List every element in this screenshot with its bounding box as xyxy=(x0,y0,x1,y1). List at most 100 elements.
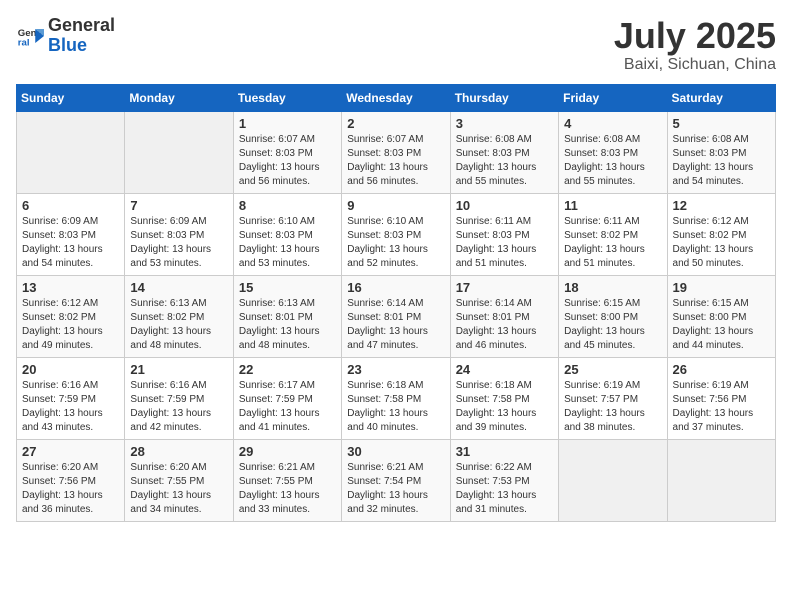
day-info: Sunrise: 6:13 AM Sunset: 8:01 PM Dayligh… xyxy=(239,297,336,353)
calendar-cell: 16 Sunrise: 6:14 AM Sunset: 8:01 PM Dayli… xyxy=(342,275,450,357)
day-number: 12 xyxy=(673,198,770,213)
calendar-cell: 25 Sunrise: 6:19 AM Sunset: 7:57 PM Dayli… xyxy=(559,357,667,439)
calendar-cell: 31 Sunrise: 6:22 AM Sunset: 7:53 PM Dayli… xyxy=(450,439,558,521)
day-info: Sunrise: 6:13 AM Sunset: 8:02 PM Dayligh… xyxy=(130,297,227,353)
svg-text:ral: ral xyxy=(18,37,30,48)
day-number: 23 xyxy=(347,362,444,377)
title-area: July 2025 Baixi, Sichuan, China xyxy=(614,16,776,74)
day-number: 16 xyxy=(347,280,444,295)
day-info: Sunrise: 6:08 AM Sunset: 8:03 PM Dayligh… xyxy=(673,133,770,189)
month-title: July 2025 xyxy=(614,16,776,56)
day-info: Sunrise: 6:16 AM Sunset: 7:59 PM Dayligh… xyxy=(22,379,119,435)
day-info: Sunrise: 6:14 AM Sunset: 8:01 PM Dayligh… xyxy=(347,297,444,353)
day-number: 19 xyxy=(673,280,770,295)
day-info: Sunrise: 6:17 AM Sunset: 7:59 PM Dayligh… xyxy=(239,379,336,435)
calendar-cell xyxy=(125,111,233,193)
header-day-thursday: Thursday xyxy=(450,84,558,111)
day-info: Sunrise: 6:22 AM Sunset: 7:53 PM Dayligh… xyxy=(456,461,553,517)
day-info: Sunrise: 6:12 AM Sunset: 8:02 PM Dayligh… xyxy=(22,297,119,353)
logo-blue-text: Blue xyxy=(48,36,115,56)
day-number: 8 xyxy=(239,198,336,213)
day-info: Sunrise: 6:08 AM Sunset: 8:03 PM Dayligh… xyxy=(456,133,553,189)
day-number: 27 xyxy=(22,444,119,459)
day-info: Sunrise: 6:07 AM Sunset: 8:03 PM Dayligh… xyxy=(347,133,444,189)
day-info: Sunrise: 6:12 AM Sunset: 8:02 PM Dayligh… xyxy=(673,215,770,271)
day-number: 25 xyxy=(564,362,661,377)
calendar-cell: 14 Sunrise: 6:13 AM Sunset: 8:02 PM Dayli… xyxy=(125,275,233,357)
day-info: Sunrise: 6:11 AM Sunset: 8:02 PM Dayligh… xyxy=(564,215,661,271)
day-number: 2 xyxy=(347,116,444,131)
location-title: Baixi, Sichuan, China xyxy=(614,56,776,74)
calendar-week-5: 27 Sunrise: 6:20 AM Sunset: 7:56 PM Dayli… xyxy=(17,439,776,521)
day-info: Sunrise: 6:15 AM Sunset: 8:00 PM Dayligh… xyxy=(673,297,770,353)
day-info: Sunrise: 6:16 AM Sunset: 7:59 PM Dayligh… xyxy=(130,379,227,435)
day-number: 26 xyxy=(673,362,770,377)
header-day-wednesday: Wednesday xyxy=(342,84,450,111)
calendar-cell: 29Sunrise: 6:21 AM Sunset: 7:55 PM Dayli… xyxy=(233,439,341,521)
day-number: 6 xyxy=(22,198,119,213)
day-number: 4 xyxy=(564,116,661,131)
calendar-cell: 26 Sunrise: 6:19 AM Sunset: 7:56 PM Dayli… xyxy=(667,357,775,439)
day-info: Sunrise: 6:11 AM Sunset: 8:03 PM Dayligh… xyxy=(456,215,553,271)
day-info: Sunrise: 6:19 AM Sunset: 7:57 PM Dayligh… xyxy=(564,379,661,435)
calendar-cell xyxy=(667,439,775,521)
calendar-cell: 3Sunrise: 6:08 AM Sunset: 8:03 PM Daylig… xyxy=(450,111,558,193)
calendar-cell: 22 Sunrise: 6:17 AM Sunset: 7:59 PM Dayli… xyxy=(233,357,341,439)
day-info: Sunrise: 6:10 AM Sunset: 8:03 PM Dayligh… xyxy=(347,215,444,271)
calendar-cell: 18 Sunrise: 6:15 AM Sunset: 8:00 PM Dayli… xyxy=(559,275,667,357)
calendar-header-row: SundayMondayTuesdayWednesdayThursdayFrid… xyxy=(17,84,776,111)
day-number: 28 xyxy=(130,444,227,459)
day-number: 24 xyxy=(456,362,553,377)
page-header: Gene- ral General Blue July 2025 Baixi, … xyxy=(16,16,776,74)
calendar-cell: 17Sunrise: 6:14 AM Sunset: 8:01 PM Dayli… xyxy=(450,275,558,357)
calendar-cell: 7Sunrise: 6:09 AM Sunset: 8:03 PM Daylig… xyxy=(125,193,233,275)
logo-general-text: General xyxy=(48,16,115,36)
calendar-cell: 30 Sunrise: 6:21 AM Sunset: 7:54 PM Dayli… xyxy=(342,439,450,521)
day-number: 30 xyxy=(347,444,444,459)
calendar-cell: 4Sunrise: 6:08 AM Sunset: 8:03 PM Daylig… xyxy=(559,111,667,193)
day-info: Sunrise: 6:14 AM Sunset: 8:01 PM Dayligh… xyxy=(456,297,553,353)
day-info: Sunrise: 6:19 AM Sunset: 7:56 PM Dayligh… xyxy=(673,379,770,435)
calendar-cell: 15 Sunrise: 6:13 AM Sunset: 8:01 PM Dayli… xyxy=(233,275,341,357)
day-info: Sunrise: 6:09 AM Sunset: 8:03 PM Dayligh… xyxy=(22,215,119,271)
calendar-cell: 6 Sunrise: 6:09 AM Sunset: 8:03 PM Daylig… xyxy=(17,193,125,275)
calendar-table: SundayMondayTuesdayWednesdayThursdayFrid… xyxy=(16,84,776,522)
day-info: Sunrise: 6:10 AM Sunset: 8:03 PM Dayligh… xyxy=(239,215,336,271)
calendar-cell xyxy=(559,439,667,521)
day-number: 18 xyxy=(564,280,661,295)
day-number: 22 xyxy=(239,362,336,377)
calendar-cell: 12 Sunrise: 6:12 AM Sunset: 8:02 PM Dayli… xyxy=(667,193,775,275)
day-info: Sunrise: 6:21 AM Sunset: 7:54 PM Dayligh… xyxy=(347,461,444,517)
day-number: 7 xyxy=(130,198,227,213)
day-number: 21 xyxy=(130,362,227,377)
calendar-cell: 19 Sunrise: 6:15 AM Sunset: 8:00 PM Dayli… xyxy=(667,275,775,357)
day-info: Sunrise: 6:18 AM Sunset: 7:58 PM Dayligh… xyxy=(347,379,444,435)
day-info: Sunrise: 6:15 AM Sunset: 8:00 PM Dayligh… xyxy=(564,297,661,353)
header-day-friday: Friday xyxy=(559,84,667,111)
day-number: 20 xyxy=(22,362,119,377)
day-number: 14 xyxy=(130,280,227,295)
day-info: Sunrise: 6:07 AM Sunset: 8:03 PM Dayligh… xyxy=(239,133,336,189)
calendar-cell: 8 Sunrise: 6:10 AM Sunset: 8:03 PM Daylig… xyxy=(233,193,341,275)
day-number: 31 xyxy=(456,444,553,459)
calendar-cell: 5Sunrise: 6:08 AM Sunset: 8:03 PM Daylig… xyxy=(667,111,775,193)
day-info: Sunrise: 6:20 AM Sunset: 7:55 PM Dayligh… xyxy=(130,461,227,517)
calendar-cell: 9 Sunrise: 6:10 AM Sunset: 8:03 PM Daylig… xyxy=(342,193,450,275)
day-info: Sunrise: 6:20 AM Sunset: 7:56 PM Dayligh… xyxy=(22,461,119,517)
day-number: 1 xyxy=(239,116,336,131)
header-day-sunday: Sunday xyxy=(17,84,125,111)
calendar-week-1: 1 Sunrise: 6:07 AM Sunset: 8:03 PM Daylig… xyxy=(17,111,776,193)
calendar-cell: 27 Sunrise: 6:20 AM Sunset: 7:56 PM Dayli… xyxy=(17,439,125,521)
calendar-week-3: 13Sunrise: 6:12 AM Sunset: 8:02 PM Dayli… xyxy=(17,275,776,357)
calendar-cell: 20 Sunrise: 6:16 AM Sunset: 7:59 PM Dayli… xyxy=(17,357,125,439)
calendar-cell: 24 Sunrise: 6:18 AM Sunset: 7:58 PM Dayli… xyxy=(450,357,558,439)
day-number: 11 xyxy=(564,198,661,213)
day-number: 10 xyxy=(456,198,553,213)
calendar-cell: 23 Sunrise: 6:18 AM Sunset: 7:58 PM Dayli… xyxy=(342,357,450,439)
day-number: 9 xyxy=(347,198,444,213)
calendar-week-4: 20 Sunrise: 6:16 AM Sunset: 7:59 PM Dayli… xyxy=(17,357,776,439)
calendar-cell: 28 Sunrise: 6:20 AM Sunset: 7:55 PM Dayli… xyxy=(125,439,233,521)
day-info: Sunrise: 6:18 AM Sunset: 7:58 PM Dayligh… xyxy=(456,379,553,435)
calendar-cell: 2 Sunrise: 6:07 AM Sunset: 8:03 PM Daylig… xyxy=(342,111,450,193)
day-number: 15 xyxy=(239,280,336,295)
